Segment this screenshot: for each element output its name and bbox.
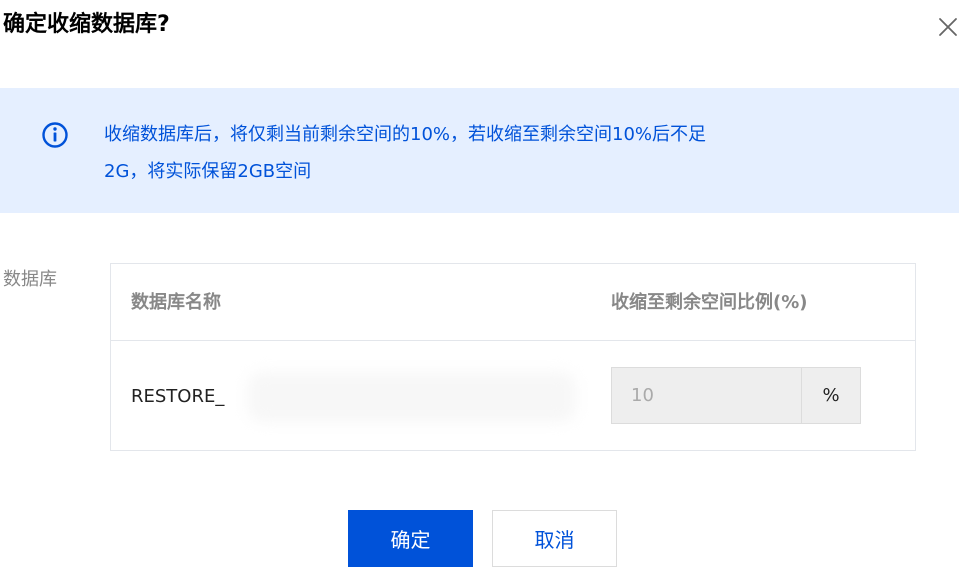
column-header-ratio: 收缩至剩余空间比例(%) [611, 292, 808, 313]
close-button[interactable] [936, 14, 959, 38]
table-header: 数据库名称 收缩至剩余空间比例(%) [111, 264, 915, 341]
redacted-database-name [248, 372, 576, 422]
dialog-title: 确定收缩数据库? [3, 12, 170, 37]
info-icon [41, 121, 69, 149]
database-table: 数据库名称 收缩至剩余空间比例(%) RESTORE_ % [110, 263, 916, 451]
confirm-button[interactable]: 确定 [348, 510, 473, 567]
alert-message: 收缩数据库后，将仅剩当前剩余空间的10%，若收缩至剩余空间10%后不足 2G，将… [104, 116, 904, 190]
database-field-label: 数据库 [3, 269, 57, 290]
shrink-database-dialog: 确定收缩数据库? 收缩数据库后，将仅剩当前剩余空间的10%，若收缩至剩余空间10… [0, 0, 959, 570]
shrink-ratio-input[interactable] [612, 368, 801, 423]
alert-message-line: 2G，将实际保留2GB空间 [104, 161, 312, 182]
close-icon [939, 18, 957, 36]
cancel-button[interactable]: 取消 [492, 510, 617, 567]
database-name-cell: RESTORE_ [131, 386, 225, 407]
alert-message-line: 收缩数据库后，将仅剩当前剩余空间的10%，若收缩至剩余空间10%后不足 [104, 124, 707, 145]
shrink-ratio-field: % [611, 367, 861, 424]
column-header-name: 数据库名称 [131, 292, 221, 313]
percent-suffix: % [801, 368, 860, 423]
